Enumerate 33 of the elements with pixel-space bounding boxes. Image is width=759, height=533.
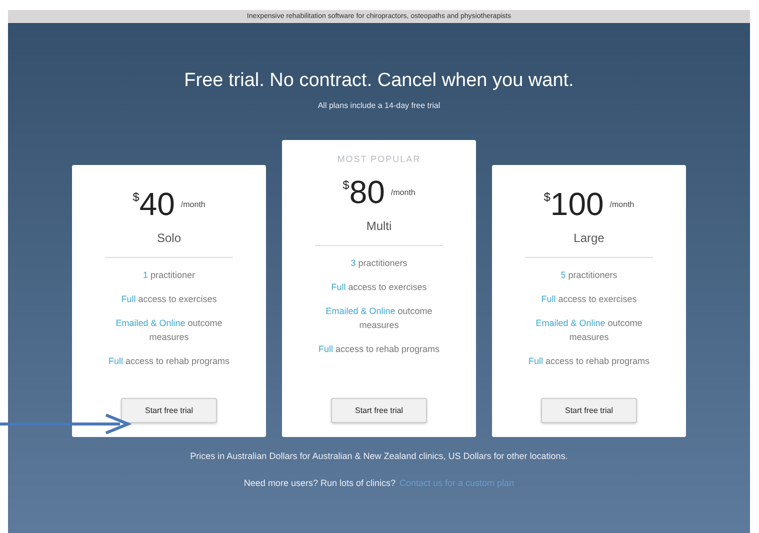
- currency-symbol: $: [544, 190, 550, 204]
- feature-text: Full access to rehab programs: [317, 343, 441, 356]
- pricing-note: Prices in Australian Dollars for Australian & New Zealand clinics, US Dollars for other locations.: [190, 451, 568, 461]
- feature-text: 3 practitioners: [350, 257, 408, 270]
- plan-name: Large: [574, 231, 604, 245]
- currency-symbol: $: [132, 190, 140, 204]
- price-period: /month: [610, 200, 634, 208]
- price-period: /month: [180, 200, 206, 208]
- feature-text: Full access to exercises: [120, 293, 218, 306]
- feature-text: Full access to rehab programs: [527, 355, 651, 368]
- hero-subtitle: All plans include a 14-day free trial: [318, 101, 440, 110]
- price-amount: 100: [550, 187, 604, 221]
- hero-title: Free trial. No contract. Cancel when you want.: [184, 70, 574, 92]
- arrow-icon: [0, 413, 132, 435]
- feature-text: Full access to rehab programs: [107, 355, 231, 368]
- start-trial-button[interactable]: Start free trial: [541, 398, 637, 423]
- feature-text: Full access to exercises: [540, 293, 638, 306]
- popular-label: MOST POPULAR: [337, 154, 421, 165]
- feature-text: Emailed & Online outcome measures: [534, 317, 644, 344]
- start-trial-button[interactable]: Start free trial: [121, 398, 217, 423]
- plan-name: Solo: [156, 231, 182, 245]
- price-amount: 40: [139, 187, 175, 221]
- currency-symbol: $: [342, 178, 350, 192]
- feature-text: Emailed & Online outcome measures: [114, 317, 224, 344]
- price-period: /month: [390, 188, 416, 196]
- feature-text: 5 practitioners: [560, 269, 618, 282]
- feature-text: Full access to exercises: [330, 281, 428, 294]
- feature-text: Emailed & Online outcome measures: [324, 305, 434, 332]
- question-text: Need more users? Run lots of clinics?: [244, 478, 396, 488]
- feature-text: 1 practitioner: [142, 269, 196, 282]
- start-trial-button[interactable]: Start free trial: [331, 398, 427, 423]
- plan-name: Multi: [366, 219, 392, 233]
- price-amount: 80: [349, 175, 385, 209]
